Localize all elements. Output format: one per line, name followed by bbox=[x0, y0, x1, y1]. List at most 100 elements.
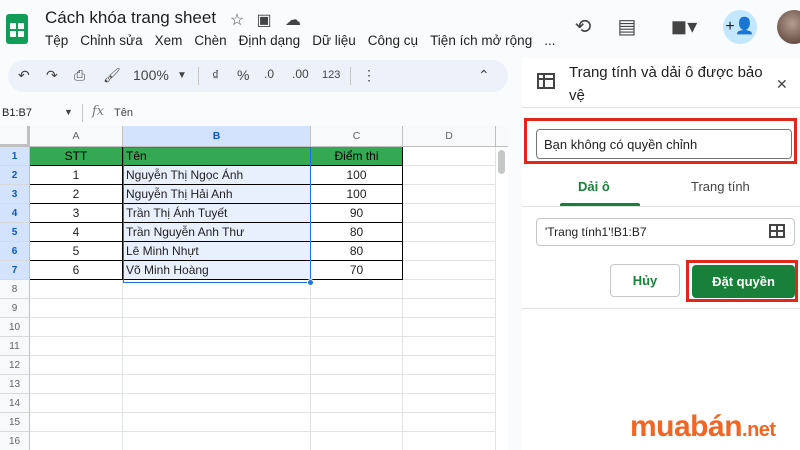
increase-decimal-button[interactable]: .00 bbox=[292, 67, 309, 81]
cell-empty[interactable] bbox=[403, 261, 496, 280]
meet-video-icon[interactable]: ◼▾ bbox=[664, 14, 704, 40]
cell-empty[interactable] bbox=[403, 242, 496, 261]
version-history-icon[interactable]: ⟲ bbox=[570, 14, 596, 40]
menu-extensions[interactable]: Tiện ích mở rộng bbox=[429, 33, 539, 48]
menu-tools[interactable]: Công cụ bbox=[367, 33, 425, 48]
cell-empty[interactable] bbox=[403, 280, 496, 299]
undo-icon[interactable]: ↶ bbox=[18, 67, 30, 84]
cell-empty[interactable] bbox=[403, 337, 496, 356]
cell-empty[interactable] bbox=[403, 318, 496, 337]
cell-score[interactable] bbox=[311, 318, 403, 337]
cell-stt[interactable] bbox=[30, 356, 123, 375]
cell-score[interactable] bbox=[311, 337, 403, 356]
cell-score[interactable] bbox=[311, 280, 403, 299]
zoom-select[interactable]: 100% bbox=[133, 67, 169, 83]
name-box[interactable]: B1:B7 bbox=[2, 107, 32, 119]
cell-stt[interactable]: 5 bbox=[30, 242, 123, 261]
menu-format[interactable]: Định dạng bbox=[238, 33, 308, 48]
tab-range[interactable]: Dải ô bbox=[578, 179, 610, 194]
cell-stt[interactable] bbox=[30, 280, 123, 299]
column-header-d[interactable]: D bbox=[403, 126, 496, 147]
cell-stt[interactable]: 1 bbox=[30, 166, 123, 185]
cell-empty[interactable] bbox=[403, 356, 496, 375]
formula-input[interactable]: Tên bbox=[114, 107, 133, 119]
comments-icon[interactable]: ▤ bbox=[614, 14, 640, 40]
close-icon[interactable]: ✕ bbox=[776, 76, 788, 93]
more-options-icon[interactable]: ⋮ bbox=[362, 67, 376, 84]
cell-empty[interactable] bbox=[403, 413, 496, 432]
column-header-a[interactable]: A bbox=[30, 126, 123, 147]
cell-score[interactable] bbox=[311, 432, 403, 450]
select-all-corner[interactable] bbox=[0, 126, 30, 147]
row-header[interactable]: 7 bbox=[0, 261, 30, 280]
name-box-dropdown-icon[interactable]: ▼ bbox=[64, 107, 73, 117]
cell-score[interactable] bbox=[311, 356, 403, 375]
menu-insert[interactable]: Chèn bbox=[193, 33, 233, 48]
cell-name[interactable] bbox=[123, 413, 311, 432]
description-input[interactable] bbox=[536, 129, 792, 159]
column-header-c[interactable]: C bbox=[311, 126, 403, 147]
cell-score[interactable] bbox=[311, 394, 403, 413]
cell-stt[interactable] bbox=[30, 318, 123, 337]
cell-stt[interactable]: 6 bbox=[30, 261, 123, 280]
cell-name[interactable] bbox=[123, 356, 311, 375]
row-header[interactable]: 9 bbox=[0, 299, 30, 318]
cell-empty[interactable] bbox=[403, 204, 496, 223]
row-header[interactable]: 3 bbox=[0, 185, 30, 204]
cell-empty[interactable] bbox=[403, 166, 496, 185]
row-header[interactable]: 1 bbox=[0, 147, 30, 166]
cell-score[interactable]: 70 bbox=[311, 261, 403, 280]
cell-score[interactable]: 80 bbox=[311, 242, 403, 261]
currency-format-button[interactable]: ₫ bbox=[212, 67, 219, 83]
cell-score[interactable]: 80 bbox=[311, 223, 403, 242]
set-permissions-button[interactable]: Đặt quyền bbox=[692, 265, 795, 298]
cell-score[interactable] bbox=[311, 375, 403, 394]
row-header[interactable]: 8 bbox=[0, 280, 30, 299]
cell-name[interactable] bbox=[123, 318, 311, 337]
cell-score[interactable]: 90 bbox=[311, 204, 403, 223]
percent-format-button[interactable]: % bbox=[237, 67, 249, 83]
share-add-person-icon[interactable]: +👤 bbox=[723, 10, 757, 44]
cell-empty[interactable] bbox=[403, 147, 496, 166]
zoom-dropdown-icon[interactable]: ▼ bbox=[177, 70, 187, 81]
row-header[interactable]: 13 bbox=[0, 375, 30, 394]
row-header[interactable]: 16 bbox=[0, 432, 30, 450]
cell-empty[interactable] bbox=[403, 432, 496, 450]
cell-stt[interactable] bbox=[30, 337, 123, 356]
cell-name[interactable] bbox=[123, 375, 311, 394]
redo-icon[interactable]: ↷ bbox=[46, 67, 58, 84]
cell-name[interactable] bbox=[123, 394, 311, 413]
cell-empty[interactable] bbox=[403, 299, 496, 318]
row-header[interactable]: 2 bbox=[0, 166, 30, 185]
document-title[interactable]: Cách khóa trang sheet bbox=[45, 8, 216, 28]
cell-name[interactable] bbox=[123, 337, 311, 356]
paint-format-icon[interactable]: 🖌 bbox=[103, 67, 121, 84]
move-folder-icon[interactable]: ▣ bbox=[255, 10, 273, 30]
star-icon[interactable]: ☆ bbox=[228, 10, 246, 30]
row-header[interactable]: 5 bbox=[0, 223, 30, 242]
menu-file[interactable]: Tệp bbox=[44, 33, 75, 48]
avatar[interactable] bbox=[777, 10, 800, 44]
cell-stt[interactable]: STT bbox=[30, 147, 123, 166]
row-header[interactable]: 15 bbox=[0, 413, 30, 432]
cell-empty[interactable] bbox=[403, 394, 496, 413]
cell-score[interactable]: 100 bbox=[311, 166, 403, 185]
row-header[interactable]: 10 bbox=[0, 318, 30, 337]
menu-edit[interactable]: Chỉnh sửa bbox=[79, 33, 149, 48]
cell-stt[interactable] bbox=[30, 432, 123, 450]
row-header[interactable]: 6 bbox=[0, 242, 30, 261]
vertical-scrollbar[interactable] bbox=[498, 150, 505, 174]
cell-stt[interactable]: 2 bbox=[30, 185, 123, 204]
cell-name[interactable] bbox=[123, 432, 311, 450]
select-range-icon[interactable] bbox=[769, 224, 785, 238]
cell-score[interactable] bbox=[311, 299, 403, 318]
menu-view[interactable]: Xem bbox=[154, 33, 190, 48]
print-icon[interactable]: ⎙ bbox=[74, 67, 85, 84]
cell-score[interactable]: Điểm thi bbox=[311, 147, 403, 166]
collapse-toolbar-icon[interactable]: ⌃ bbox=[478, 67, 490, 84]
tab-sheet[interactable]: Trang tính bbox=[691, 179, 750, 194]
cell-stt[interactable]: 3 bbox=[30, 204, 123, 223]
cell-score[interactable]: 100 bbox=[311, 185, 403, 204]
cell-empty[interactable] bbox=[403, 223, 496, 242]
number-format-button[interactable]: 123 bbox=[322, 69, 340, 81]
